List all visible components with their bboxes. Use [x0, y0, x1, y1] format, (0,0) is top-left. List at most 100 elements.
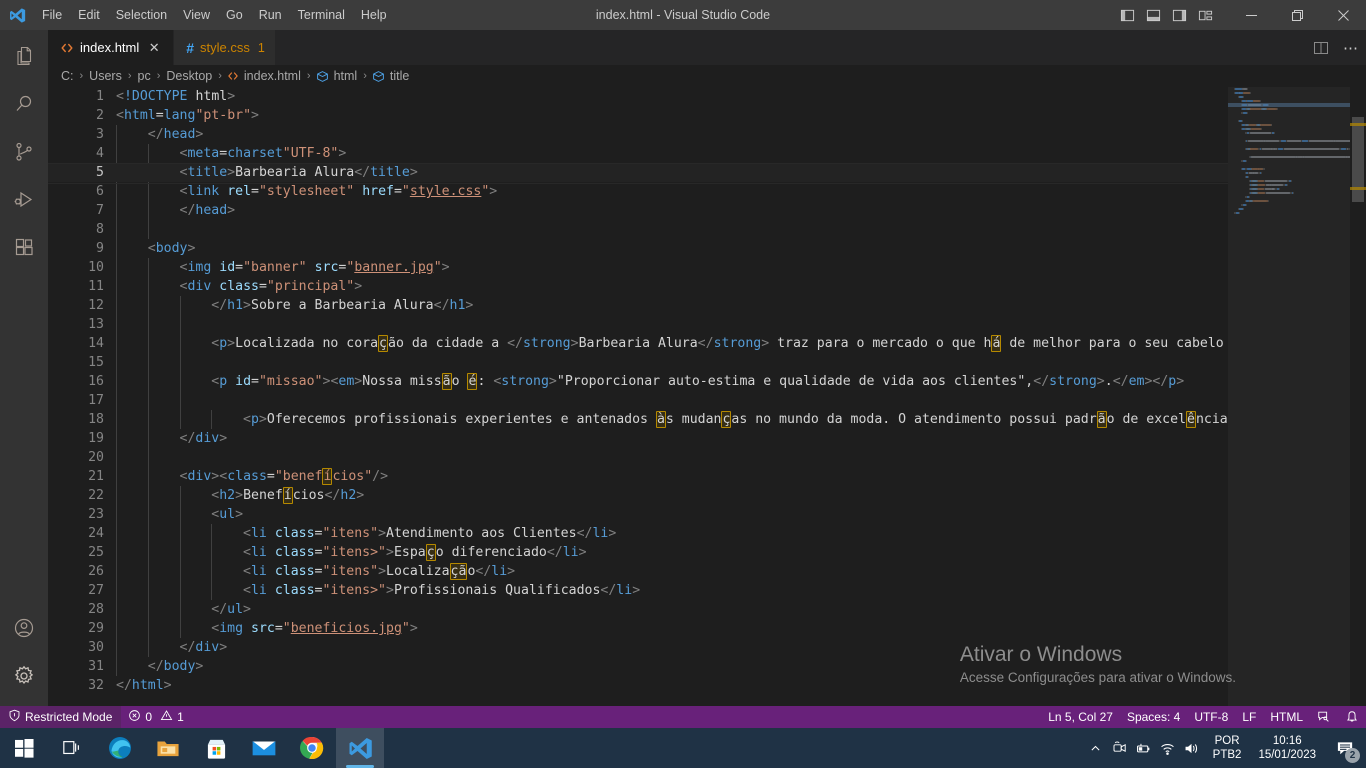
line-text: </body>	[116, 657, 204, 676]
code-line[interactable]: 3 </head>	[48, 125, 1228, 144]
maximize-button[interactable]	[1274, 0, 1320, 30]
status-problems[interactable]: 0 1	[121, 706, 190, 728]
menu-selection[interactable]: Selection	[108, 0, 175, 30]
code-line[interactable]: 23 <ul>	[48, 505, 1228, 524]
customize-layout-icon[interactable]	[1192, 0, 1218, 30]
code-content[interactable]: 1 <!DOCTYPE html> 2 <html=lang"pt-br"> 3 </he…	[48, 87, 1228, 707]
meet-now-camera-icon[interactable]	[1108, 728, 1132, 768]
activity-search-button[interactable]	[0, 80, 48, 128]
battery-icon[interactable]	[1132, 728, 1156, 768]
code-line[interactable]: 22 <h2>Benefícios</h2>	[48, 486, 1228, 505]
code-line[interactable]: 18 <p>Oferecemos profissionais experiente…	[48, 410, 1228, 429]
code-line[interactable]: 1 <!DOCTYPE html>	[48, 87, 1228, 106]
code-line[interactable]: 13	[48, 315, 1228, 334]
code-line[interactable]: 30 </div>	[48, 638, 1228, 657]
code-editor[interactable]: 1 <!DOCTYPE html> 2 <html=lang"pt-br"> 3 </he…	[48, 87, 1366, 707]
code-line[interactable]: 12 </h1>Sobre a Barbearia Alura</h1>	[48, 296, 1228, 315]
code-line[interactable]: 15	[48, 353, 1228, 372]
code-token: =	[251, 374, 259, 389]
code-line[interactable]: 14 <p>Localizada no coração da cidade a <…	[48, 334, 1228, 353]
activity-settings-gear-icon[interactable]	[0, 652, 48, 700]
status-restricted-mode[interactable]: Restricted Mode	[0, 706, 122, 728]
wifi-icon[interactable]	[1156, 728, 1180, 768]
code-line[interactable]: 25 <li class="itens>">Espaço diferenciado…	[48, 543, 1228, 562]
code-line[interactable]: 17	[48, 391, 1228, 410]
status-indentation[interactable]: Spaces: 4	[1120, 706, 1187, 728]
code-line[interactable]: 16 <p id="missao"><em>Nossa missão é: <st…	[48, 372, 1228, 391]
status-encoding[interactable]: UTF-8	[1187, 706, 1235, 728]
code-line[interactable]: 7 </head>	[48, 201, 1228, 220]
code-line[interactable]: 29 <img src="beneficios.jpg">	[48, 619, 1228, 638]
status-language-mode[interactable]: HTML	[1263, 706, 1310, 728]
activity-explorer-button[interactable]	[0, 32, 48, 80]
tab-index-html[interactable]: index.html ✕	[48, 30, 175, 65]
clock[interactable]: 10:16 15/01/2023	[1250, 734, 1324, 762]
code-line[interactable]: 24 <li class="itens">Atendimento aos Clie…	[48, 524, 1228, 543]
code-line[interactable]: 27 <li class="itens>">Profissionais Quali…	[48, 581, 1228, 600]
code-line[interactable]: 20	[48, 448, 1228, 467]
mail-button[interactable]	[240, 728, 288, 768]
code-line[interactable]: 5 <title>Barbearia Alura</title>	[48, 163, 1228, 184]
code-lines[interactable]: 1 <!DOCTYPE html> 2 <html=lang"pt-br"> 3 </he…	[48, 87, 1228, 695]
code-line[interactable]: 9 <body>	[48, 239, 1228, 258]
breadcrumb-item-users[interactable]: Users	[88, 69, 123, 83]
chrome-button[interactable]	[288, 728, 336, 768]
activity-source-control-button[interactable]	[0, 128, 48, 176]
edge-button[interactable]	[96, 728, 144, 768]
menu-edit[interactable]: Edit	[70, 0, 108, 30]
microsoft-store-button[interactable]	[192, 728, 240, 768]
breadcrumb-item-title-symbol[interactable]: title	[372, 69, 410, 83]
editor-vertical-scrollbar[interactable]	[1350, 87, 1366, 707]
action-center-button[interactable]: 2	[1324, 728, 1366, 768]
menu-go[interactable]: Go	[218, 0, 251, 30]
code-line[interactable]: 2 <html=lang"pt-br">	[48, 106, 1228, 125]
breadcrumb-item-desktop[interactable]: Desktop	[165, 69, 213, 83]
code-line[interactable]: 26 <li class="itens">Localização</li>	[48, 562, 1228, 581]
minimize-button[interactable]	[1228, 0, 1274, 30]
breadcrumb-item-drive[interactable]: C:	[60, 69, 75, 83]
show-hidden-icons-chevron-icon[interactable]	[1084, 728, 1108, 768]
feedback-smiley-icon[interactable]	[1310, 706, 1338, 728]
code-line[interactable]: 10 <img id="banner" src="banner.jpg">	[48, 258, 1228, 277]
code-token: í	[322, 468, 333, 485]
minimap-token	[1308, 140, 1335, 142]
menu-terminal[interactable]: Terminal	[290, 0, 353, 30]
code-line[interactable]: 21 <div><class="benefícios"/>	[48, 467, 1228, 486]
code-line[interactable]: 31 </body>	[48, 657, 1228, 676]
breadcrumb-item-html-symbol[interactable]: html	[316, 69, 359, 83]
editor-more-actions-icon[interactable]: ⋯	[1336, 30, 1366, 65]
code-line[interactable]: 32 </html>	[48, 676, 1228, 695]
tab-close-icon[interactable]: ✕	[145, 39, 163, 57]
code-line[interactable]: 11 <div class="principal">	[48, 277, 1228, 296]
toggle-panel-icon[interactable]	[1140, 0, 1166, 30]
activity-accounts-button[interactable]	[0, 604, 48, 652]
breadcrumb-item-pc[interactable]: pc	[137, 69, 152, 83]
close-button[interactable]	[1320, 0, 1366, 30]
activity-extensions-button[interactable]	[0, 224, 48, 272]
split-editor-icon[interactable]	[1306, 30, 1336, 65]
toggle-secondary-sidebar-icon[interactable]	[1166, 0, 1192, 30]
code-line[interactable]: 19 </div>	[48, 429, 1228, 448]
volume-icon[interactable]	[1180, 728, 1204, 768]
breadcrumb-item-file[interactable]: index.html	[227, 69, 302, 83]
start-button[interactable]	[0, 728, 48, 768]
file-explorer-button[interactable]	[144, 728, 192, 768]
code-line[interactable]: 4 <meta=charset"UTF-8">	[48, 144, 1228, 163]
menu-help[interactable]: Help	[353, 0, 395, 30]
minimap[interactable]	[1228, 87, 1350, 707]
menu-view[interactable]: View	[175, 0, 218, 30]
menu-run[interactable]: Run	[251, 0, 290, 30]
status-eol[interactable]: LF	[1235, 706, 1263, 728]
notifications-bell-icon[interactable]	[1338, 706, 1366, 728]
vscode-button[interactable]	[336, 728, 384, 768]
toggle-primary-sidebar-icon[interactable]	[1114, 0, 1140, 30]
status-cursor-position[interactable]: Ln 5, Col 27	[1041, 706, 1120, 728]
code-line[interactable]: 28 </ul>	[48, 600, 1228, 619]
activity-run-debug-button[interactable]	[0, 176, 48, 224]
code-line[interactable]: 8	[48, 220, 1228, 239]
language-indicator[interactable]: POR PTB2	[1204, 734, 1251, 762]
tab-style-css[interactable]: # style.css 1	[174, 30, 276, 65]
task-view-button[interactable]	[48, 728, 96, 768]
menu-file[interactable]: File	[34, 0, 70, 30]
code-line[interactable]: 6 <link rel="stylesheet" href="style.css"…	[48, 182, 1228, 201]
